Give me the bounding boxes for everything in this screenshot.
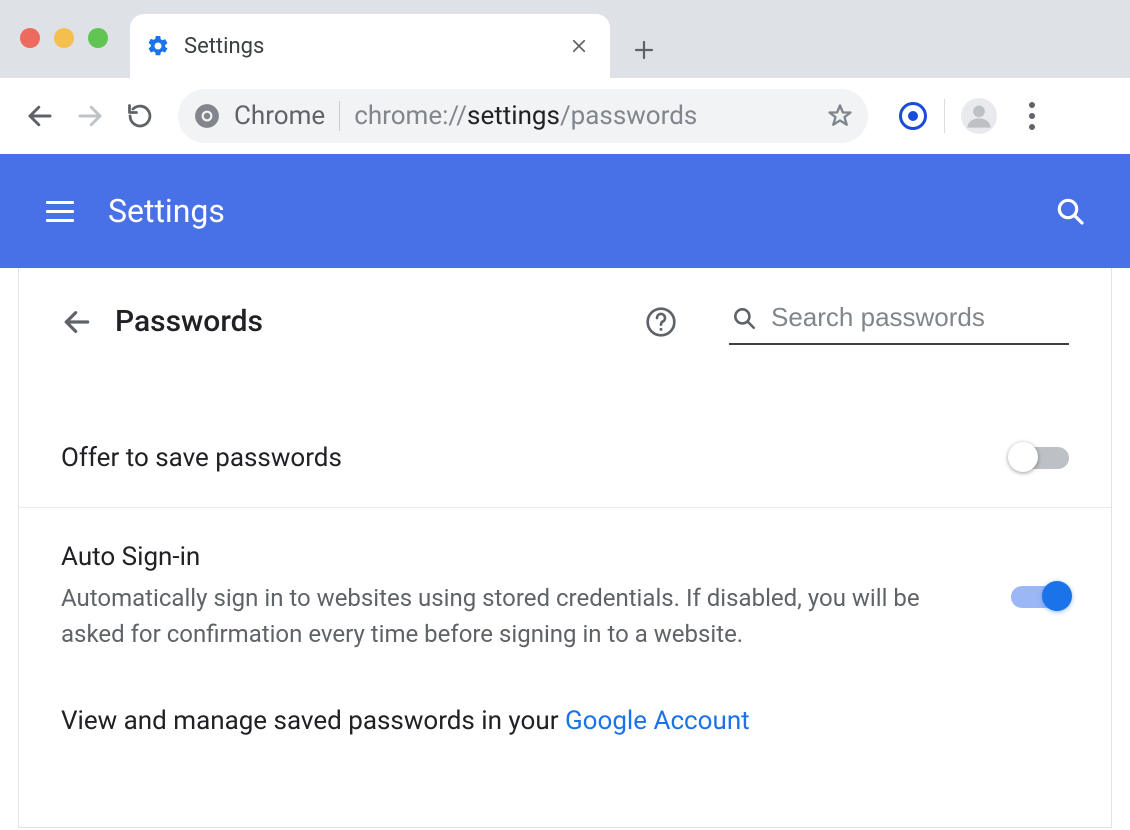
offer-save-row: Offer to save passwords <box>19 409 1111 507</box>
hamburger-menu-icon[interactable] <box>46 201 74 222</box>
settings-search-icon[interactable] <box>1054 195 1086 227</box>
passwords-card: Passwords Offer to save passwords Auto S… <box>18 268 1112 828</box>
url-path: /passwords <box>560 101 697 131</box>
divider <box>944 99 945 133</box>
forward-button[interactable] <box>68 94 112 138</box>
auto-signin-description: Automatically sign in to websites using … <box>61 580 961 652</box>
bookmark-star-icon[interactable] <box>826 102 854 130</box>
browser-toolbar: Chrome chrome://settings/passwords <box>0 78 1130 154</box>
link-row-prefix: View and manage saved passwords in your <box>61 706 565 736</box>
page-title: Passwords <box>115 304 263 339</box>
settings-app-bar: Settings <box>0 154 1130 268</box>
tab-strip: Settings <box>0 0 1130 78</box>
offer-save-title: Offer to save passwords <box>61 443 987 473</box>
reload-button[interactable] <box>118 94 162 138</box>
profile-avatar[interactable] <box>961 98 997 134</box>
url-scheme-label: Chrome <box>234 101 325 131</box>
chrome-logo-icon <box>194 103 220 129</box>
url-host: settings <box>467 101 560 131</box>
overflow-menu-icon[interactable] <box>1023 96 1041 136</box>
window-zoom-button[interactable] <box>88 28 108 48</box>
address-bar[interactable]: Chrome chrome://settings/passwords <box>178 89 868 143</box>
new-tab-button[interactable] <box>632 38 656 78</box>
auto-signin-toggle[interactable] <box>1011 586 1069 608</box>
settings-app-title: Settings <box>108 192 225 230</box>
auto-signin-title: Auto Sign-in <box>61 542 987 572</box>
search-passwords-field[interactable] <box>729 298 1069 345</box>
offer-save-toggle[interactable] <box>1011 447 1069 469</box>
window-minimize-button[interactable] <box>54 28 74 48</box>
window-controls <box>20 28 108 78</box>
page-header: Passwords <box>19 268 1111 369</box>
google-account-link[interactable]: Google Account <box>565 706 750 736</box>
google-account-link-row: View and manage saved passwords in your … <box>19 686 1111 770</box>
help-icon[interactable] <box>645 306 677 338</box>
tab-title: Settings <box>184 34 550 59</box>
gear-icon <box>146 34 170 58</box>
back-button[interactable] <box>18 94 62 138</box>
back-arrow-icon[interactable] <box>61 306 93 338</box>
close-icon[interactable] <box>564 37 594 55</box>
search-passwords-input[interactable] <box>771 302 1067 333</box>
settings-content: Passwords Offer to save passwords Auto S… <box>0 268 1130 828</box>
url-prefix: chrome:// <box>354 101 467 131</box>
divider <box>339 101 340 131</box>
search-icon <box>731 305 757 331</box>
url-text: chrome://settings/passwords <box>354 101 697 131</box>
extension-1password-icon[interactable] <box>898 101 928 131</box>
auto-signin-row: Auto Sign-in Automatically sign in to we… <box>19 507 1111 686</box>
browser-tab[interactable]: Settings <box>130 14 610 78</box>
window-close-button[interactable] <box>20 28 40 48</box>
